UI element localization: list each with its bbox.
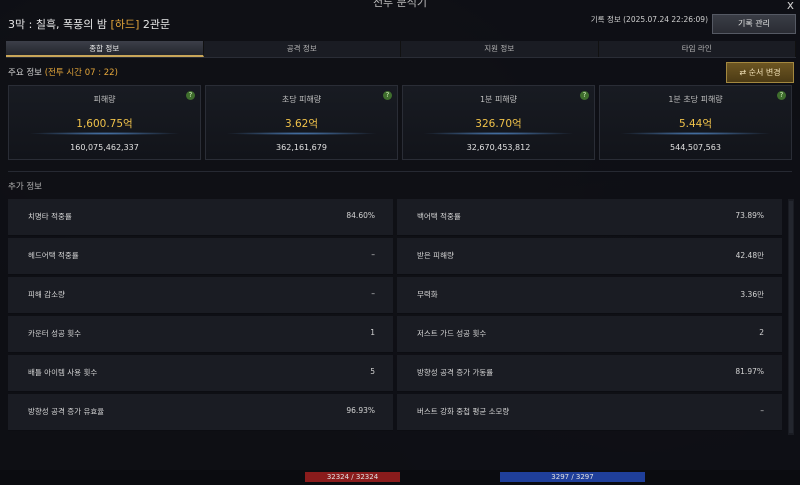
info-row: 받은 피해량 42.48만 xyxy=(397,238,782,275)
info-row: 배틀 아이템 사용 횟수 5 xyxy=(8,355,393,392)
info-row: 백어택 적중률 73.89% xyxy=(397,199,782,236)
hp-bar: 32324 / 32324 xyxy=(305,472,400,482)
info-row: 카운터 성공 횟수 1 xyxy=(8,316,393,353)
info-row: 방향성 공격 증가 가동률 81.97% xyxy=(397,355,782,392)
scrollbar[interactable] xyxy=(788,199,794,435)
battle-time: (전투 시간 07 : 22) xyxy=(44,68,118,78)
tab-bar: 종합 정보 공격 정보 지원 정보 타임 라인 xyxy=(6,41,796,58)
difficulty-label: [하드] xyxy=(110,18,140,31)
info-value: – xyxy=(760,406,764,415)
info-value: – xyxy=(371,250,375,259)
info-value: 2 xyxy=(759,328,764,337)
stat-label: 초당 피해량 xyxy=(281,95,322,104)
help-icon[interactable]: ? xyxy=(383,91,392,100)
stat-raw-value: 160,075,462,337 xyxy=(70,143,139,152)
info-row: 피해 감소량 – xyxy=(8,277,393,314)
stage-prefix: 3막 : 칠흑, 폭풍의 밤 xyxy=(8,18,111,31)
info-key: 방향성 공격 증가 가동률 xyxy=(417,368,494,377)
stage-suffix: 2관문 xyxy=(139,18,171,31)
game-hud-bottom xyxy=(0,470,800,485)
tab-overview[interactable]: 종합 정보 xyxy=(6,41,204,57)
header: 3막 : 칠흑, 폭풍의 밤 [하드] 2관문 기록 정보 (2025.07.2… xyxy=(8,8,796,38)
info-key: 피해 감소량 xyxy=(28,290,65,299)
info-value: 5 xyxy=(370,367,375,376)
info-key: 백어택 적중률 xyxy=(417,212,461,221)
tab-timeline[interactable]: 타임 라인 xyxy=(598,41,796,57)
order-change-label: 순서 변경 xyxy=(748,68,781,77)
info-key: 무력화 xyxy=(417,290,438,299)
section-divider xyxy=(8,171,792,172)
stat-value: 5.44억 xyxy=(678,118,713,130)
record-manage-button[interactable]: 기록 관리 xyxy=(712,14,796,34)
info-row: 무력화 3.36만 xyxy=(397,277,782,314)
tab-support[interactable]: 지원 정보 xyxy=(401,41,599,57)
info-row: 헤드어택 적중률 – xyxy=(8,238,393,275)
help-icon[interactable]: ? xyxy=(777,91,786,100)
main-info-title: 주요 정보 (전투 시간 07 : 22) xyxy=(8,66,118,78)
stat-value: 3.62억 xyxy=(284,118,319,130)
info-key: 카운터 성공 횟수 xyxy=(28,329,82,338)
mp-bar: 3297 / 3297 xyxy=(500,472,645,482)
stat-card-1min-dps: 1분 초당 피해량 ? 5.44억 544,507,563 xyxy=(599,85,792,160)
info-value: – xyxy=(371,289,375,298)
info-key: 받은 피해량 xyxy=(417,251,454,260)
extra-info-title: 추가 정보 xyxy=(8,182,42,192)
stat-raw-value: 362,161,679 xyxy=(276,143,327,152)
stat-cards: 피해량 ? 1,600.75억 160,075,462,337 초당 피해량 ?… xyxy=(8,85,792,160)
order-change-button[interactable]: ⇄ 순서 변경 xyxy=(726,62,794,83)
main-info-label: 주요 정보 xyxy=(8,68,45,78)
info-value: 81.97% xyxy=(735,367,764,376)
stat-label: 1분 피해량 xyxy=(479,95,518,104)
stat-value: 326.70억 xyxy=(475,118,522,130)
stat-value: 1,600.75억 xyxy=(76,118,133,130)
help-icon[interactable]: ? xyxy=(580,91,589,100)
help-icon[interactable]: ? xyxy=(186,91,195,100)
glow-divider xyxy=(619,132,772,135)
info-key: 헤드어택 적중률 xyxy=(28,251,79,260)
info-value: 3.36만 xyxy=(740,290,764,299)
glow-divider xyxy=(28,132,181,135)
stat-card-1min-damage: 1분 피해량 ? 326.70억 32,670,453,812 xyxy=(402,85,595,160)
glow-divider xyxy=(422,132,575,135)
info-key: 치명타 적중률 xyxy=(28,212,72,221)
scrollbar-thumb[interactable] xyxy=(789,201,793,433)
stat-card-dps: 초당 피해량 ? 3.62억 362,161,679 xyxy=(205,85,398,160)
stat-label: 1분 초당 피해량 xyxy=(668,95,723,104)
info-key: 배틀 아이템 사용 횟수 xyxy=(28,368,98,377)
battle-analyzer-panel: 전투 분석기 x 3막 : 칠흑, 폭풍의 밤 [하드] 2관문 기록 정보 (… xyxy=(0,0,800,470)
info-row: 방향성 공격 증가 유효율 96.93% xyxy=(8,394,393,431)
stat-raw-value: 32,670,453,812 xyxy=(466,143,531,152)
stat-card-damage: 피해량 ? 1,600.75억 160,075,462,337 xyxy=(8,85,201,160)
info-value: 1 xyxy=(370,328,375,337)
tab-attack[interactable]: 공격 정보 xyxy=(203,41,401,57)
stage-title: 3막 : 칠흑, 폭풍의 밤 [하드] 2관문 xyxy=(8,16,170,32)
stat-raw-value: 544,507,563 xyxy=(670,143,721,152)
info-row: 저스트 가드 성공 횟수 2 xyxy=(397,316,782,353)
info-value: 84.60% xyxy=(346,211,375,220)
info-key: 방향성 공격 증가 유효율 xyxy=(28,407,105,416)
info-row: 버스트 강화 중첩 평균 소모량 – xyxy=(397,394,782,431)
info-value: 96.93% xyxy=(346,406,375,415)
info-row: 치명타 적중률 84.60% xyxy=(8,199,393,236)
info-value: 42.48만 xyxy=(735,251,764,260)
info-key: 저스트 가드 성공 횟수 xyxy=(417,329,487,338)
info-key: 버스트 강화 중첩 평균 소모량 xyxy=(417,407,510,416)
record-info: 기록 정보 (2025.07.24 22:26:09) xyxy=(590,15,708,24)
swap-icon: ⇄ xyxy=(739,68,749,77)
glow-divider xyxy=(225,132,378,135)
stat-label: 피해량 xyxy=(93,95,116,104)
info-value: 73.89% xyxy=(735,211,764,220)
